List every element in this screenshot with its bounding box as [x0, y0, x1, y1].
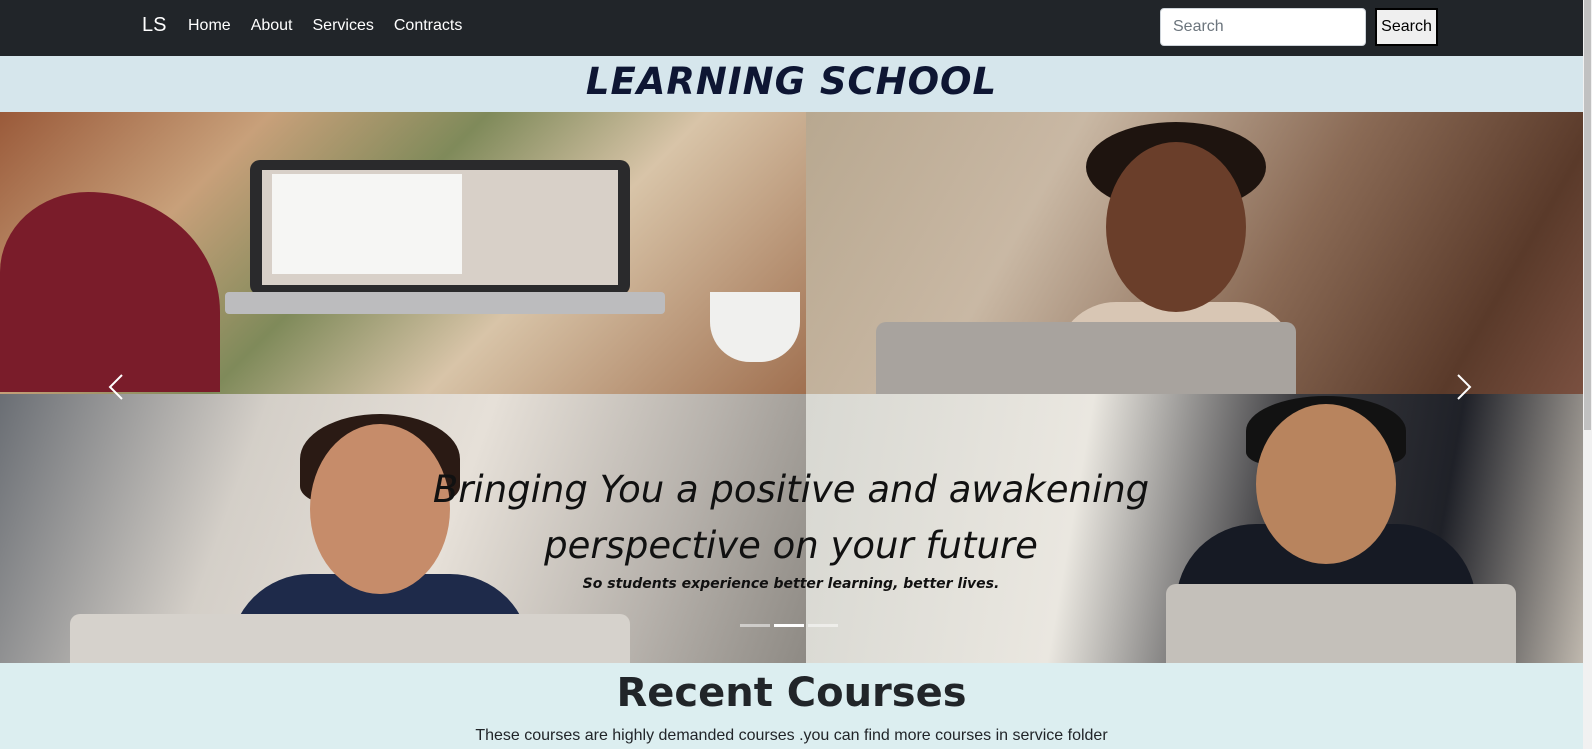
page-scrollbar[interactable] — [1583, 0, 1592, 749]
brand-logo[interactable]: LS — [142, 14, 166, 37]
nav-link-services[interactable]: Services — [313, 17, 374, 35]
laptop — [1166, 584, 1516, 663]
student-arm — [0, 192, 220, 392]
chevron-left-icon — [108, 374, 123, 400]
nav-link-home[interactable]: Home — [188, 17, 231, 35]
carousel-headline: Bringing You a positive and awakening pe… — [432, 468, 1150, 567]
nav-link-contracts[interactable]: Contracts — [394, 17, 462, 35]
carousel-indicator-2[interactable] — [774, 624, 804, 627]
laptop-screen — [262, 170, 618, 285]
site-title: LEARNING SCHOOL — [585, 60, 998, 103]
header-band: LEARNING SCHOOL — [0, 56, 1583, 112]
recent-courses-description: These courses are highly demanded course… — [475, 727, 1108, 744]
carousel-subtext: So students experience better learning, … — [582, 576, 1000, 592]
photo-online-class-laptop — [0, 112, 806, 394]
carousel-indicator-3[interactable] — [808, 624, 838, 627]
whiteboard — [272, 174, 462, 274]
carousel-indicators — [740, 624, 838, 627]
laptop — [876, 322, 1296, 394]
hero-carousel: Bringing You a positive and awakening pe… — [0, 112, 1583, 663]
carousel-indicator-1[interactable] — [740, 624, 770, 627]
pencil-cup — [710, 292, 800, 362]
carousel-prev-button[interactable] — [98, 367, 138, 407]
search-input[interactable] — [1160, 8, 1366, 46]
carousel-caption: Bringing You a positive and awakening pe… — [396, 462, 1186, 592]
recent-courses-title: Recent Courses — [616, 670, 967, 716]
nav-links: Home About Services Contracts — [188, 17, 482, 35]
top-navbar: LS Home About Services Contracts Search — [0, 0, 1583, 56]
laptop — [250, 160, 630, 295]
chevron-right-icon — [1457, 374, 1472, 400]
carousel-next-button[interactable] — [1442, 367, 1482, 407]
nav-link-about[interactable]: About — [251, 17, 293, 35]
search-button[interactable]: Search — [1375, 8, 1438, 46]
laptop-keyboard — [225, 292, 665, 314]
photo-student-headset — [806, 112, 1583, 394]
laptop — [70, 614, 630, 663]
scrollbar-thumb[interactable] — [1584, 0, 1591, 430]
recent-courses-section: Recent Courses These courses are highly … — [0, 663, 1583, 749]
